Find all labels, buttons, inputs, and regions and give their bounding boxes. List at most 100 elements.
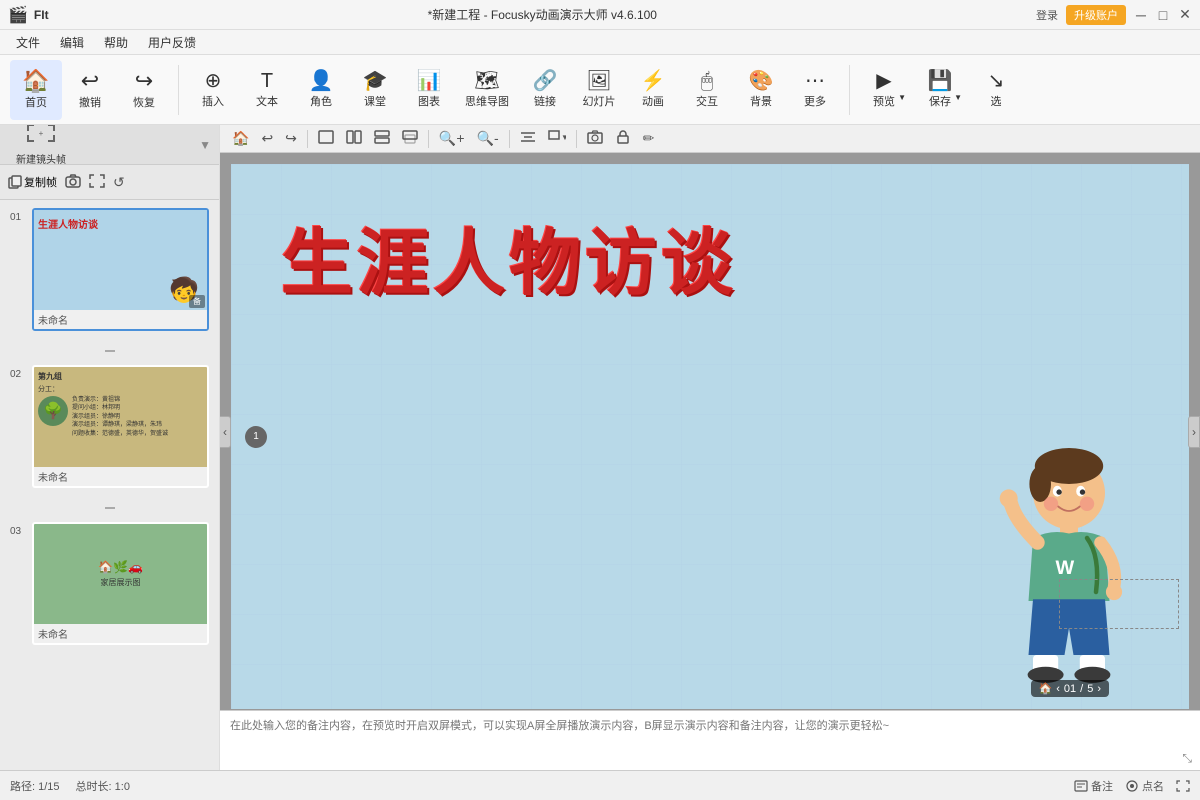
slideshow-icon: 🖼 [586, 71, 611, 91]
canvas-main: ‹ › 生涯人物访谈 [220, 153, 1200, 710]
menu-file[interactable]: 文件 [8, 32, 48, 53]
toolbar-chart-button[interactable]: 📊 图表 [403, 60, 455, 120]
slide-overlay-counter: 🏠 ‹ 01 / 5 › [1031, 680, 1109, 697]
sidebar-collapse-button[interactable]: ‹ [220, 416, 231, 448]
canvas-size-icon[interactable]: ▼ [544, 128, 570, 149]
canvas-sep-4 [576, 130, 577, 148]
upgrade-button[interactable]: 升级账户 [1066, 5, 1126, 25]
thumb1-title: 生涯人物访谈 [34, 210, 207, 231]
menu-edit[interactable]: 编辑 [52, 32, 92, 53]
canvas-toolbar: 🏠 ↩ ↪ 🔍+ 🔍- ▼ [220, 125, 1200, 153]
frame-label-1: 未命名 [34, 310, 207, 329]
home-icon: 🏠 [22, 70, 49, 92]
copy-frame-button[interactable]: 复制帧 [8, 174, 57, 190]
thumb1-badge: 备 [189, 295, 205, 308]
toolbar-role-button[interactable]: 👤 角色 [295, 60, 347, 120]
notes-textarea[interactable] [230, 717, 1190, 757]
toolbar-undo-button[interactable]: ↩ 撤销 [64, 60, 116, 120]
rotate-button[interactable]: ↺ [113, 174, 125, 191]
maximize-button[interactable]: □ [1156, 8, 1170, 22]
counter-next-icon[interactable]: › [1097, 683, 1101, 695]
statusbar: 路径: 1/15 总时长: 1:0 备注 点名 [0, 770, 1200, 800]
frame-item-1: 01 生涯人物访谈 🧒 备 未命名 [10, 208, 209, 331]
close-button[interactable]: ✕ [1178, 8, 1192, 22]
frame-number-3: 03 [10, 522, 26, 537]
toolbar-slideshow-button[interactable]: 🖼 幻灯片 [573, 60, 625, 120]
toolbar-group-insert: ⊕ 插入 T 文本 👤 角色 🎓 课堂 📊 图表 🗺 思维导图 🔗 链接 🖼 [187, 60, 841, 120]
preview-icon: ▶ [876, 71, 891, 91]
canvas-area: 🏠 ↩ ↪ 🔍+ 🔍- ▼ [220, 125, 1200, 770]
frame-thumb-3[interactable]: 🏠🌿🚗 家居展示图 未命名 [32, 522, 209, 645]
toolbar-mindmap-button[interactable]: 🗺 思维导图 [457, 60, 517, 120]
undo-icon: ↩ [81, 70, 99, 92]
frame-thumb-inner-1: 生涯人物访谈 🧒 备 [34, 210, 207, 310]
canvas-zoomin-icon[interactable]: 🔍+ [435, 128, 469, 149]
toolbar-insert-button[interactable]: ⊕ 插入 [187, 60, 239, 120]
preview-arrow-icon: ▼ [898, 93, 906, 102]
toolbar: 🏠 首页 ↩ 撤销 ↪ 恢复 ⊕ 插入 T 文本 👤 角色 🎓 课堂 [0, 55, 1200, 125]
redo-icon: ↪ [135, 70, 153, 92]
toolbar-separator-1 [178, 65, 179, 115]
slide-title[interactable]: 生涯人物访谈 [281, 204, 737, 309]
fullscreen-toggle[interactable] [1176, 780, 1190, 792]
toolbar-link-button[interactable]: 🔗 链接 [519, 60, 571, 120]
main-area: + 新建镜头帧 ▼ 复制帧 ↺ 01 [0, 125, 1200, 770]
points-toggle[interactable]: 点名 [1125, 778, 1164, 794]
canvas-redo-icon[interactable]: ↪ [281, 128, 301, 149]
counter-current: 01 [1064, 683, 1076, 695]
notes-expand-icon[interactable]: ⤡ [1182, 751, 1192, 766]
fit-view-button[interactable] [89, 174, 105, 191]
login-button[interactable]: 登录 [1036, 7, 1058, 23]
menu-feedback[interactable]: 用户反馈 [140, 32, 204, 53]
canvas-frame2-icon[interactable] [342, 128, 366, 149]
toolbar-interact-button[interactable]: 🖱 交互 [681, 60, 733, 120]
canvas-stack-icon[interactable] [398, 128, 422, 149]
sidebar-frames-list: 01 生涯人物访谈 🧒 备 未命名 02 [0, 200, 219, 770]
points-label: 点名 [1142, 778, 1164, 794]
counter-separator: / [1080, 683, 1083, 695]
titlebar-controls: 登录 升级账户 ─ □ ✕ [1036, 5, 1192, 25]
toolbar-save-button[interactable]: 💾 保存 ▼ [914, 60, 966, 120]
canvas-screenshot-icon[interactable] [583, 128, 607, 149]
slide-canvas[interactable]: 生涯人物访谈 [230, 163, 1190, 710]
frame-thumb-1[interactable]: 生涯人物访谈 🧒 备 未命名 [32, 208, 209, 331]
new-frame-button[interactable]: + 新建镜头帧 [8, 125, 74, 170]
canvas-edit-icon[interactable]: ✏ [639, 128, 659, 149]
canvas-home-icon[interactable]: 🏠 [228, 128, 253, 149]
toolbar-home-button[interactable]: 🏠 首页 [10, 60, 62, 120]
insert-icon: ⊕ [205, 71, 222, 91]
canvas-undo-icon[interactable]: ↩ [257, 128, 277, 149]
save-icon: 💾 [928, 71, 953, 91]
titlebar: 🎬 FIt *新建工程 - Focusky动画演示大师 v4.6.100 登录 … [0, 0, 1200, 30]
screenshot-button[interactable] [65, 174, 81, 191]
notes-toggle[interactable]: 备注 [1074, 778, 1113, 794]
toolbar-preview-button[interactable]: ▶ 预览 ▼ [858, 60, 910, 120]
toolbar-redo-button[interactable]: ↪ 恢复 [118, 60, 170, 120]
frame-number-1: 01 [10, 208, 26, 223]
canvas-sep-3 [509, 130, 510, 148]
menu-help[interactable]: 帮助 [96, 32, 136, 53]
app-fit-label: FIt [34, 8, 49, 22]
sidebar-toolbar: 复制帧 ↺ [0, 165, 219, 200]
canvas-align-icon[interactable] [516, 128, 540, 149]
mindmap-icon: 🗺 [474, 71, 499, 91]
frame-thumb-2[interactable]: 第九组 分工： 🌳 负责演示：黄祖锦 提问小组：林邦明 演示组员：徐静明 演示组… [32, 365, 209, 488]
kid-character: W [979, 439, 1159, 699]
toolbar-more-button[interactable]: ⋯ 更多 [789, 60, 841, 120]
canvas-lock-icon[interactable] [611, 128, 635, 149]
home-label: 首页 [25, 94, 47, 110]
toolbar-classroom-button[interactable]: 🎓 课堂 [349, 60, 401, 120]
canvas-frame-icon[interactable] [314, 128, 338, 149]
counter-home-icon[interactable]: 🏠 [1039, 682, 1053, 695]
minimize-button[interactable]: ─ [1134, 8, 1148, 22]
toolbar-select-button[interactable]: ↘ 选 [970, 60, 1022, 120]
toolbar-animation-button[interactable]: ⚡ 动画 [627, 60, 679, 120]
canvas-frame3-icon[interactable] [370, 128, 394, 149]
select-icon: ↘ [988, 71, 1005, 91]
frame-label-3: 未命名 [34, 624, 207, 643]
toolbar-text-button[interactable]: T 文本 [241, 60, 293, 120]
counter-prev-icon[interactable]: ‹ [1056, 683, 1060, 695]
right-panel-expand-button[interactable]: › [1188, 416, 1200, 448]
canvas-zoomout-icon[interactable]: 🔍- [473, 128, 503, 149]
toolbar-bg-button[interactable]: 🎨 背景 [735, 60, 787, 120]
